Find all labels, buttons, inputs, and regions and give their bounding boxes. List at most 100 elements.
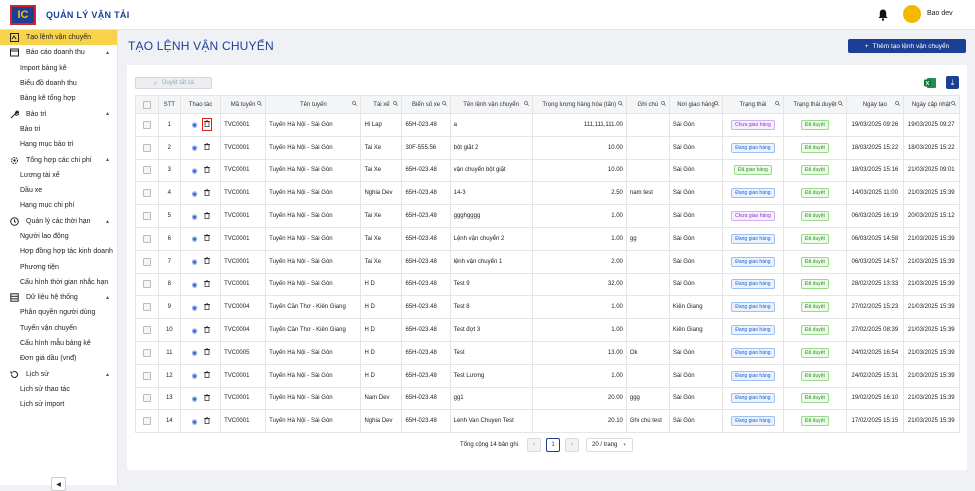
sidebar-item-1[interactable]: Báo cáo doanh thu ▴ [0, 45, 117, 60]
sidebar-item-16[interactable]: Cấu hình thời gian nhắc hạn [0, 275, 117, 290]
delete-icon[interactable] [203, 211, 210, 221]
sidebar-item-24[interactable]: Lịch sử import [0, 397, 117, 412]
page-size-select[interactable]: 20 / trang ▾ [586, 438, 633, 452]
sidebar-item-14[interactable]: Hợp đồng hợp tác kinh doanh [0, 244, 117, 259]
sidebar-item-11[interactable]: Hạng mục chi phí [0, 198, 117, 213]
delete-icon[interactable] [203, 325, 210, 335]
sidebar-item-0[interactable]: Tạo lệnh vận chuyển [0, 30, 117, 46]
table-row[interactable]: 12 ◉ TVC0001 Tuyến Hà Nội - Sài Gòn H D 65H-0… [135, 363, 961, 388]
row-checkbox[interactable] [142, 371, 151, 380]
select-all-checkbox[interactable] [142, 100, 151, 109]
sidebar-item-4[interactable]: Bảng kê tổng hợp [0, 91, 117, 106]
view-icon[interactable]: ◉ [192, 327, 198, 335]
delete-icon[interactable] [203, 394, 210, 403]
table-row[interactable]: 3 ◉ TVC0001 Tuyến Hà Nội - Sài Gòn Tai Xe 65H… [135, 158, 961, 183]
sidebar-item-3[interactable]: Biểu đồ doanh thu [0, 76, 117, 91]
sidebar-item-10[interactable]: Dầu xe [0, 183, 117, 198]
view-icon[interactable]: ◉ [192, 304, 198, 312]
sidebar-item-12[interactable]: Quản lý các thời hạn ▴ [0, 214, 117, 229]
sidebar-item-21[interactable]: Đơn giá dầu (vnđ) [0, 351, 117, 366]
row-checkbox[interactable] [142, 189, 151, 198]
row-checkbox[interactable] [142, 280, 151, 289]
sidebar-item-9[interactable]: Lương tài xế [0, 168, 117, 183]
sidebar-item-22[interactable]: Lịch sử ▴ [0, 367, 117, 382]
delete-icon[interactable] [203, 302, 210, 312]
delete-icon[interactable] [203, 416, 210, 426]
column-search-icon[interactable] [894, 101, 900, 108]
view-icon[interactable]: ◉ [192, 281, 198, 289]
table-row[interactable]: 2 ◉ TVC0001 Tuyến Hà Nội - Sài Gòn Tai Xe 30F… [135, 135, 961, 160]
column-search-icon[interactable] [393, 101, 399, 108]
column-search-icon[interactable] [838, 101, 844, 108]
column-search-icon[interactable] [661, 101, 666, 108]
avatar[interactable] [903, 5, 921, 23]
row-checkbox[interactable] [142, 143, 151, 152]
sidebar-item-23[interactable]: Lịch sử thao tác [0, 382, 117, 397]
table-row[interactable]: 5 ◉ TVC0001 Tuyến Hà Nội - Sài Gòn Tai Xe 65H… [135, 204, 961, 228]
sidebar-item-18[interactable]: Phân quyền người dùng [0, 305, 117, 320]
delete-icon[interactable] [203, 371, 210, 380]
user-name[interactable]: Bao dev [927, 10, 953, 17]
table-row[interactable]: 8 ◉ TVC0001 Tuyến Hà Nội - Sài Gòn H D 65H-02… [135, 272, 961, 297]
excel-export-icon[interactable]: X [924, 77, 936, 89]
row-checkbox[interactable] [142, 303, 151, 312]
prev-page-button[interactable]: ‹ [527, 438, 541, 452]
view-icon[interactable]: ◉ [192, 190, 198, 198]
sidebar-item-15[interactable]: Phương tiện [0, 259, 117, 274]
table-row[interactable]: 4 ◉ TVC0001 Tuyến Hà Nội - Sài Gòn Nghia Dev… [135, 181, 961, 206]
add-transport-order-button[interactable]: + Thêm tạo lệnh vận chuyển [848, 39, 966, 53]
column-search-icon[interactable] [618, 101, 623, 108]
page-1-button[interactable]: 1 [546, 438, 560, 452]
column-search-icon[interactable] [441, 101, 447, 108]
sidebar-item-2[interactable]: Import bảng kê [0, 61, 117, 76]
view-icon[interactable]: ◉ [192, 235, 198, 243]
table-row[interactable]: 14 ◉ TVC0001 Tuyến Hà Nội - Sài Gòn Nghia De… [135, 409, 961, 434]
table-row[interactable]: 11 ◉ TVC0005 Tuyến Hà Nội - Sài Gòn H D 65H-0… [135, 340, 961, 365]
column-search-icon[interactable] [257, 101, 263, 108]
delete-icon[interactable] [203, 257, 210, 266]
view-icon[interactable]: ◉ [192, 372, 198, 380]
sidebar-item-13[interactable]: Người lao động [0, 229, 117, 244]
row-checkbox[interactable] [142, 417, 151, 426]
next-page-button[interactable]: › [565, 438, 579, 452]
view-icon[interactable]: ◉ [192, 349, 198, 357]
row-checkbox[interactable] [142, 166, 151, 175]
delete-icon[interactable] [203, 143, 210, 152]
view-icon[interactable]: ◉ [192, 418, 198, 426]
delete-icon[interactable] [201, 118, 212, 132]
column-search-icon[interactable] [714, 101, 720, 108]
view-icon[interactable]: ◉ [192, 395, 198, 403]
delete-icon[interactable] [203, 188, 210, 198]
sidebar-item-17[interactable]: Dữ liệu hệ thống ▴ [0, 290, 117, 305]
delete-icon[interactable] [203, 166, 210, 175]
delete-icon[interactable] [203, 280, 210, 289]
column-search-icon[interactable] [774, 101, 780, 108]
sidebar-item-19[interactable]: Tuyến vận chuyển [0, 321, 117, 336]
row-checkbox[interactable] [142, 348, 151, 357]
table-row[interactable]: 1 ◉ TVC0001 Tuyến Hà Nội - Sài Gòn Hi Lap 65H… [135, 113, 961, 137]
sidebar-item-6[interactable]: Bảo trì [0, 122, 117, 137]
sidebar-item-20[interactable]: Cấu hình mẫu bảng kê [0, 336, 117, 351]
table-row[interactable]: 6 ◉ TVC0001 Tuyến Hà Nội - Sài Gòn Tai Xe 65H… [135, 226, 961, 251]
delete-icon[interactable] [203, 234, 210, 243]
view-icon[interactable]: ◉ [192, 121, 198, 129]
row-checkbox[interactable] [142, 394, 151, 403]
view-icon[interactable]: ◉ [192, 213, 198, 221]
delete-icon[interactable] [203, 348, 210, 357]
sidebar-item-5[interactable]: Bảo trì ▴ [0, 106, 117, 121]
view-icon[interactable]: ◉ [192, 258, 198, 266]
column-search-icon[interactable] [523, 101, 529, 108]
table-row[interactable]: 10 ◉ TVC0004 Tuyến Cần Thơ - Kiên Giang H D6… [135, 318, 961, 342]
column-search-icon[interactable] [352, 101, 358, 108]
bell-icon[interactable] [878, 9, 888, 21]
row-checkbox[interactable] [142, 234, 151, 243]
approve-all-button[interactable]: ✓ Duyệt tất cả [135, 77, 212, 89]
table-row[interactable]: 9 ◉ TVC0004 Tuyến Cần Thơ - Kiên Giang H D 65… [135, 295, 961, 320]
download-button[interactable]: ⤓ [946, 76, 959, 89]
view-icon[interactable]: ◉ [192, 144, 198, 152]
sidebar-item-8[interactable]: Tổng hợp các chi phí ▴ [0, 152, 117, 167]
row-checkbox[interactable] [142, 212, 151, 221]
row-checkbox[interactable] [142, 257, 151, 266]
row-checkbox[interactable] [142, 326, 151, 335]
sidebar-item-7[interactable]: Hạng mục bảo trì [0, 137, 117, 152]
